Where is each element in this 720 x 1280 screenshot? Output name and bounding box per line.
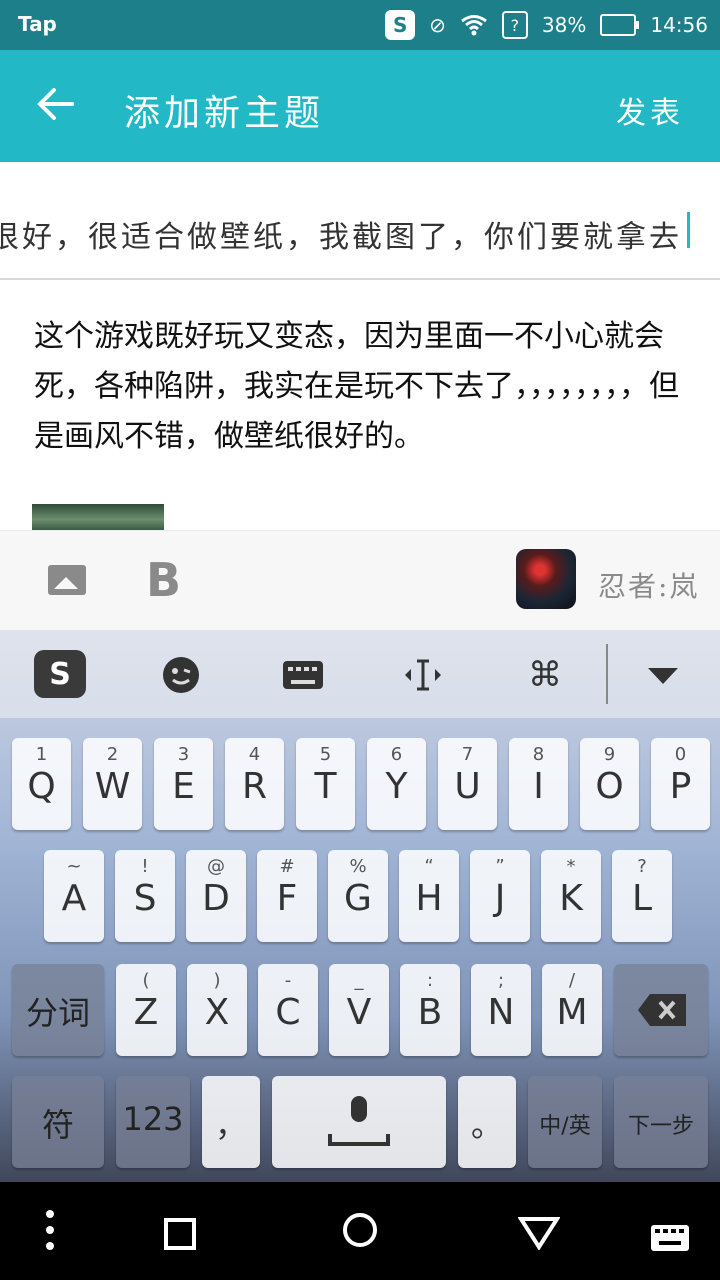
status-bar: Tap S ⊘ ? 38% 14:56 [0, 0, 720, 50]
key-p[interactable]: 0P [651, 738, 710, 830]
status-time: 14:56 [650, 13, 708, 37]
period-key[interactable]: 。 [458, 1076, 516, 1168]
voice-space-key[interactable] [272, 1076, 446, 1168]
post-body-editor[interactable]: 这个游戏既好玩又变态，因为里面一不小心就会死，各种陷阱，我实在是玩不下去了，，，… [34, 312, 684, 462]
segment-key[interactable]: 分词 [12, 964, 104, 1056]
key-s[interactable]: ! S [115, 850, 175, 942]
key-r[interactable]: 4R [225, 738, 284, 830]
image-icon[interactable] [48, 565, 86, 595]
arrow-left-icon [37, 88, 74, 120]
back-button[interactable] [36, 84, 76, 131]
backspace-icon [638, 994, 686, 1026]
key-n[interactable]: ; N [471, 964, 531, 1056]
key-o[interactable]: 9O [580, 738, 639, 830]
toolbar-divider [606, 644, 608, 704]
triangle-back-icon[interactable] [517, 1214, 561, 1260]
key-w[interactable]: 2W [83, 738, 142, 830]
soft-keyboard: S ⌘ 1Q 2W 3E 4R 5T 6Y 7U 8I 9O 0P ~ A ! S … [0, 630, 720, 1182]
key-q[interactable]: 1Q [12, 738, 71, 830]
key-g[interactable]: % G [328, 850, 388, 942]
key-j[interactable]: ” J [470, 850, 530, 942]
sogou-input-icon: S [385, 10, 416, 40]
do-not-disturb-icon: ⊘ [429, 13, 446, 37]
topic-title-input[interactable]: 很好，很适合做壁纸，我截图了，你们要就拿去 [0, 162, 720, 280]
keyboard-toolbar: S ⌘ [0, 630, 720, 718]
key-v[interactable]: _ V [329, 964, 389, 1056]
topic-title-text: 很好，很适合做壁纸，我截图了，你们要就拿去 [0, 220, 682, 255]
comma-key[interactable]: ， [202, 1076, 260, 1168]
keyboard-icon[interactable] [276, 648, 330, 702]
unknown-sim-icon: ? [501, 11, 528, 39]
square-icon[interactable] [164, 1214, 196, 1260]
key-x[interactable]: ) X [187, 964, 247, 1056]
key-f[interactable]: # F [257, 850, 317, 942]
cursor-move-icon[interactable] [396, 648, 450, 702]
page-title: 添加新主题 [124, 93, 325, 134]
key-u[interactable]: 7U [438, 738, 497, 830]
emoji-icon[interactable] [154, 648, 208, 702]
key-t[interactable]: 5T [296, 738, 355, 830]
language-toggle-key[interactable]: 中/英 [528, 1076, 602, 1168]
key-d[interactable]: @ D [186, 850, 246, 942]
key-i[interactable]: 8I [509, 738, 568, 830]
keyboard-hide-icon[interactable] [650, 1216, 690, 1262]
space-bar-icon [328, 1134, 390, 1146]
collapse-icon[interactable] [636, 648, 690, 702]
editor-toolbar: B 忍者:岚 [0, 530, 720, 631]
key-k[interactable]: * K [541, 850, 601, 942]
key-h[interactable]: “H [399, 850, 459, 942]
circle-home-icon[interactable] [342, 1212, 378, 1258]
symbol-key[interactable]: 符 [12, 1076, 104, 1168]
key-z[interactable]: (Z [116, 964, 176, 1056]
next-step-key[interactable]: 下一步 [614, 1076, 708, 1168]
bold-button[interactable]: B [146, 553, 181, 607]
microphone-icon [351, 1096, 367, 1122]
status-icons: S ⊘ ? 38% 14:56 [385, 10, 708, 40]
publish-button[interactable]: 发表 [616, 88, 684, 132]
numbers-key[interactable]: 123 [116, 1076, 190, 1168]
wifi-icon [460, 14, 488, 36]
key-m[interactable]: / M [542, 964, 602, 1056]
key-e[interactable]: 3E [154, 738, 213, 830]
text-caret [687, 212, 690, 248]
app-header: 添加新主题 发表 [0, 50, 720, 162]
inserted-image-thumbnail[interactable] [32, 504, 164, 530]
game-avatar[interactable] [516, 549, 576, 609]
key-c[interactable]: -C [258, 964, 318, 1056]
key-a[interactable]: ~ A [44, 850, 104, 942]
game-name[interactable]: 忍者:岚 [598, 565, 699, 605]
battery-percent: 38% [541, 13, 587, 37]
menu-dots-icon[interactable] [44, 1210, 56, 1260]
key-l[interactable]: ? L [612, 850, 672, 942]
status-app-label: Tap [18, 12, 57, 36]
battery-icon [600, 14, 640, 36]
command-icon[interactable]: ⌘ [518, 648, 572, 702]
system-nav-bar [0, 1182, 720, 1280]
sogou-logo-icon[interactable]: S [34, 650, 86, 698]
key-y[interactable]: 6Y [367, 738, 426, 830]
key-b[interactable]: :B [400, 964, 460, 1056]
backspace-key[interactable] [614, 964, 708, 1056]
